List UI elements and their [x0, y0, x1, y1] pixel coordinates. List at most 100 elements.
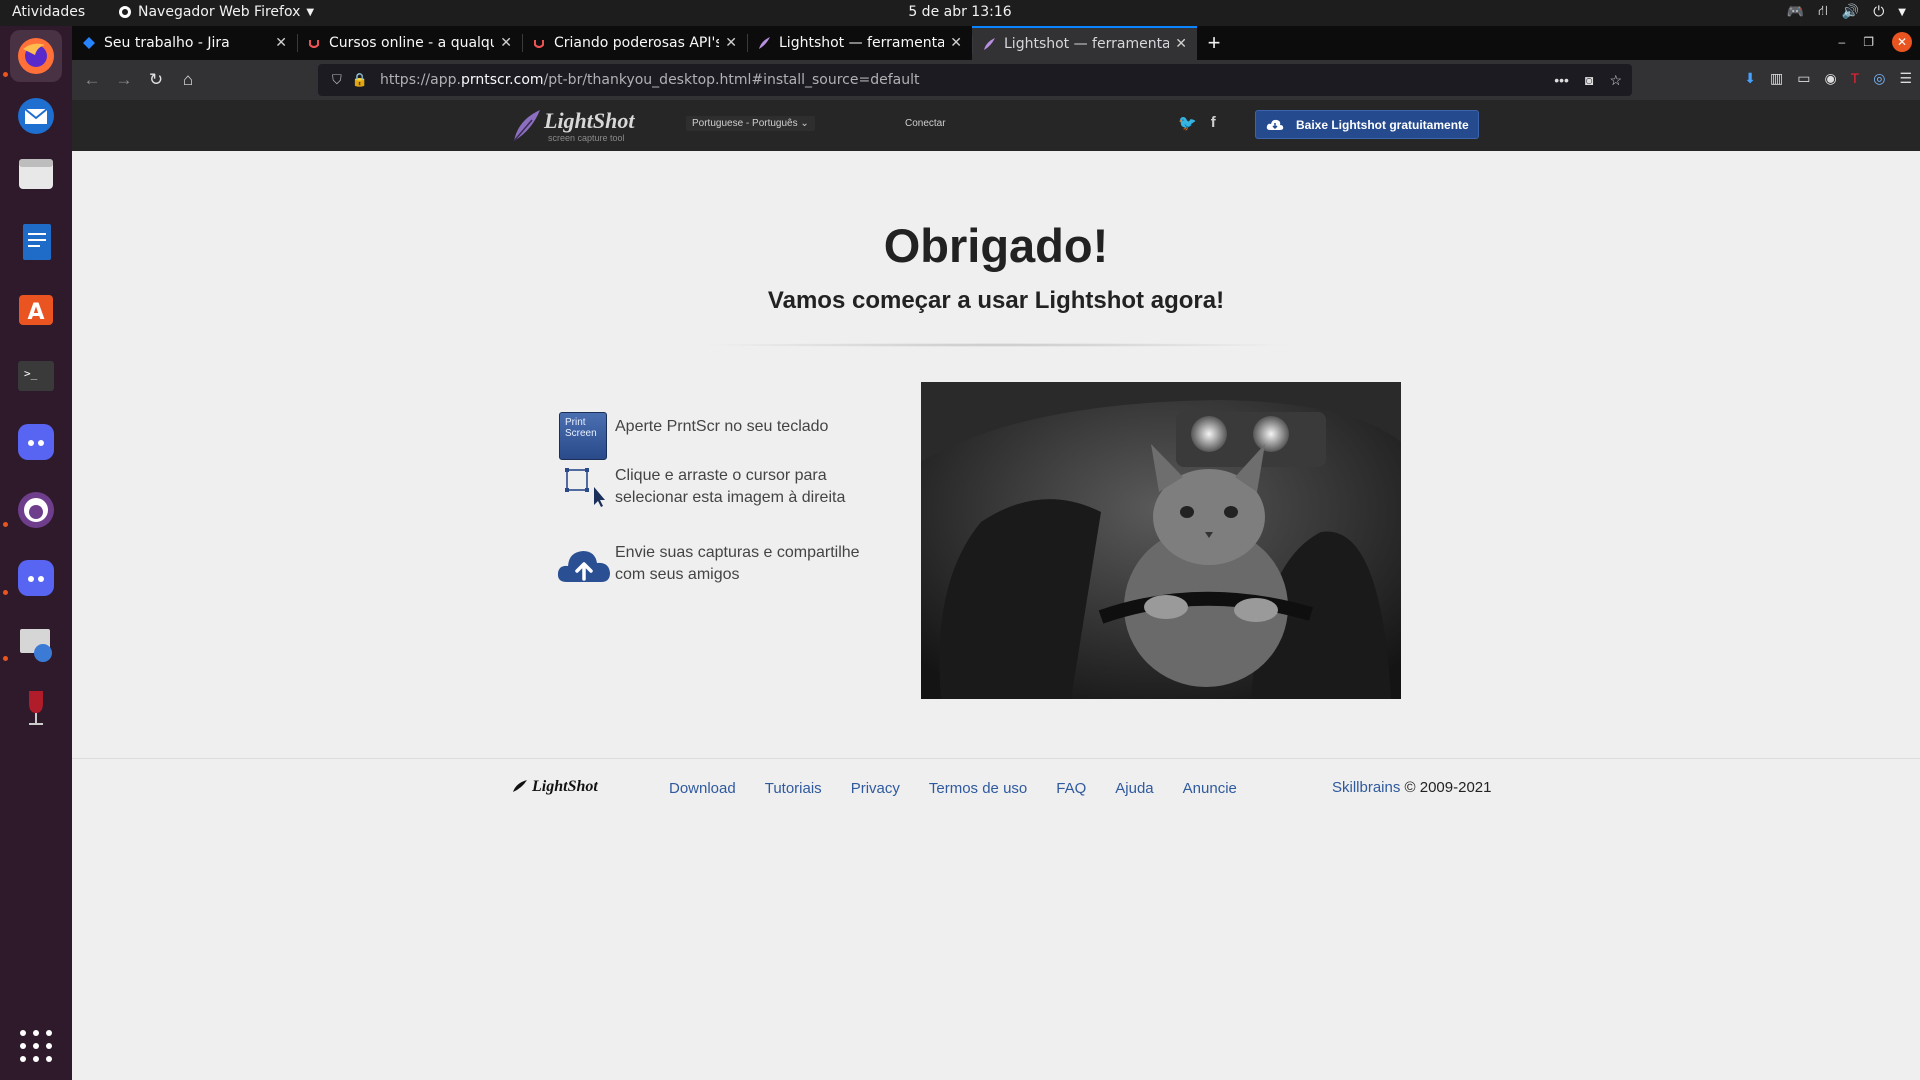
feather-logo-icon	[513, 110, 540, 142]
footer-link-terms[interactable]: Termos de uso	[929, 780, 1027, 797]
footer-link-tutorials[interactable]: Tutoriais	[765, 780, 822, 797]
tab-lightshot-2[interactable]: Lightshot — ferramenta ✕	[972, 26, 1197, 60]
step-print-screen: Print Screen Aperte PrntScr no seu tecla…	[559, 412, 879, 464]
discord-icon[interactable]	[10, 552, 62, 604]
close-tab-icon[interactable]: ✕	[500, 35, 512, 51]
lock-icon[interactable]: 🔒	[352, 72, 368, 88]
language-select[interactable]: Portuguese - Português ⌄	[686, 116, 815, 131]
url-bar[interactable]: ⛉ 🔒 https://app.prntscr.com/pt-br/thanky…	[318, 64, 1632, 96]
close-tab-icon[interactable]: ✕	[1175, 36, 1187, 52]
chevron-down-icon[interactable]: ▼	[1898, 7, 1906, 18]
footer-link-help[interactable]: Ajuda	[1115, 780, 1153, 797]
github-icon[interactable]	[10, 484, 62, 536]
terminal-icon[interactable]: >_	[10, 350, 62, 402]
tab-lightshot-1[interactable]: Lightshot — ferramenta ✕	[747, 26, 972, 60]
selection-cursor-icon	[565, 468, 605, 507]
cloud-upload-icon	[557, 551, 610, 582]
twitter-icon[interactable]: 🐦	[1178, 114, 1197, 132]
page-actions-icon[interactable]: •••	[1554, 72, 1569, 89]
sample-cat-image[interactable]	[921, 382, 1401, 699]
download-button-label: Baixe Lightshot gratuitamente	[1296, 117, 1469, 132]
footer-links: Download Tutoriais Privacy Termos de uso…	[669, 780, 1237, 797]
firefox-small-icon	[119, 6, 131, 18]
footer-link-privacy[interactable]: Privacy	[851, 780, 900, 797]
footer-link-advertise[interactable]: Anuncie	[1183, 780, 1237, 797]
lightshot-feather-icon	[759, 37, 770, 49]
page-content: LightShot screen capture tool Portuguese…	[72, 100, 1920, 1080]
power-icon[interactable]: ⏻	[1873, 4, 1884, 20]
close-tab-icon[interactable]: ✕	[950, 35, 962, 51]
app-menu-label: Navegador Web Firefox	[138, 4, 301, 20]
tab-label: Lightshot — ferramenta	[1004, 36, 1170, 52]
firefox-icon[interactable]	[10, 30, 62, 82]
minimize-icon[interactable]: –	[1839, 35, 1846, 49]
footer-link-download[interactable]: Download	[669, 780, 736, 797]
volume-icon[interactable]: 🔊	[1842, 4, 1859, 20]
forward-icon[interactable]: →	[108, 64, 140, 96]
toolbar-right: ⬇ ▥ ▭ ◉ T ◎ ☰	[1744, 70, 1912, 87]
app-menu[interactable]: Navegador Web Firefox ▼	[118, 4, 314, 20]
facebook-icon[interactable]: f	[1211, 114, 1216, 132]
bookmark-star-icon[interactable]: ☆	[1609, 72, 1622, 89]
new-tab-button[interactable]: +	[1197, 26, 1231, 60]
tab-udemy-courses[interactable]: Cursos online - a qualquer ✕	[297, 26, 522, 60]
footer-logo[interactable]: LightShot	[512, 778, 598, 796]
wine-icon[interactable]	[10, 682, 62, 734]
update-manager-icon[interactable]	[10, 618, 62, 670]
activities-button[interactable]: Atividades	[12, 4, 85, 20]
home-icon[interactable]: ⌂	[172, 64, 204, 96]
restore-icon[interactable]: ❐	[1863, 35, 1874, 49]
pocket-icon[interactable]: ◙	[1585, 72, 1593, 89]
network-icon[interactable]: ⛙	[1818, 3, 1828, 21]
show-applications-icon[interactable]	[20, 1030, 52, 1062]
running-indicator	[3, 522, 8, 527]
tab-label: Criando poderosas API's	[554, 35, 720, 51]
download-lightshot-button[interactable]: Baixe Lightshot gratuitamente	[1255, 110, 1479, 139]
step-text: Envie suas capturas e compartilhe com se…	[615, 544, 860, 583]
copyright-text: © 2009-2021	[1404, 779, 1492, 796]
site-header: LightShot screen capture tool Portuguese…	[72, 100, 1920, 151]
cloud-download-icon	[1266, 119, 1284, 130]
tracking-shield-icon[interactable]: ⛉	[332, 72, 342, 88]
discord-icon[interactable]	[10, 416, 62, 468]
url-text[interactable]: https://app.prntscr.com/pt-br/thankyou_d…	[380, 72, 920, 88]
thunderbird-icon[interactable]	[10, 90, 62, 142]
back-icon[interactable]: ←	[76, 64, 108, 96]
footer-link-faq[interactable]: FAQ	[1056, 780, 1086, 797]
extension-blue-icon[interactable]: ◎	[1873, 70, 1885, 87]
step-upload-share: Envie suas capturas e compartilhe com se…	[557, 542, 879, 592]
close-window-icon[interactable]: ✕	[1892, 32, 1912, 52]
running-indicator	[3, 590, 8, 595]
tab-label: Seu trabalho - Jira	[104, 35, 230, 51]
skillbrains-link[interactable]: Skillbrains	[1332, 779, 1400, 796]
dock: A >_	[0, 26, 72, 1080]
reload-icon[interactable]: ↻	[140, 64, 172, 96]
print-screen-key-icon: Print Screen	[559, 412, 607, 460]
divider	[697, 343, 1297, 347]
files-icon[interactable]	[10, 148, 62, 200]
account-icon[interactable]: ◉	[1824, 70, 1836, 87]
running-indicator	[3, 656, 8, 661]
clock[interactable]: 5 de abr 13:16	[908, 4, 1011, 20]
step-text: Aperte PrntScr no seu teclado	[615, 418, 829, 435]
close-tab-icon[interactable]: ✕	[275, 35, 287, 51]
ubuntu-software-icon[interactable]: A	[10, 282, 62, 334]
discord-tray-icon[interactable]: 🎮	[1787, 4, 1804, 20]
writer-icon[interactable]	[10, 216, 62, 268]
library-icon[interactable]: ▥	[1770, 70, 1783, 87]
footer-copyright: Skillbrains © 2009-2021	[1332, 779, 1491, 796]
tab-jira[interactable]: Seu trabalho - Jira ✕	[72, 26, 297, 60]
login-link[interactable]: Conectar	[905, 118, 946, 129]
running-indicator	[3, 72, 8, 77]
step-select-area: Clique e arraste o cursor para seleciona…	[559, 465, 879, 515]
udemy-icon	[534, 40, 544, 48]
hamburger-menu-icon[interactable]: ☰	[1899, 70, 1912, 87]
close-tab-icon[interactable]: ✕	[725, 35, 737, 51]
tab-udemy-apis[interactable]: Criando poderosas API's ✕	[522, 26, 747, 60]
jira-icon	[83, 37, 95, 49]
footer-divider	[72, 758, 1920, 759]
extension-red-icon[interactable]: T	[1851, 70, 1860, 87]
download-icon[interactable]: ⬇	[1744, 70, 1756, 87]
system-tray[interactable]: 🎮 ⛙ 🔊 ⏻ ▼	[1787, 3, 1907, 21]
sidebar-icon[interactable]: ▭	[1797, 70, 1810, 87]
